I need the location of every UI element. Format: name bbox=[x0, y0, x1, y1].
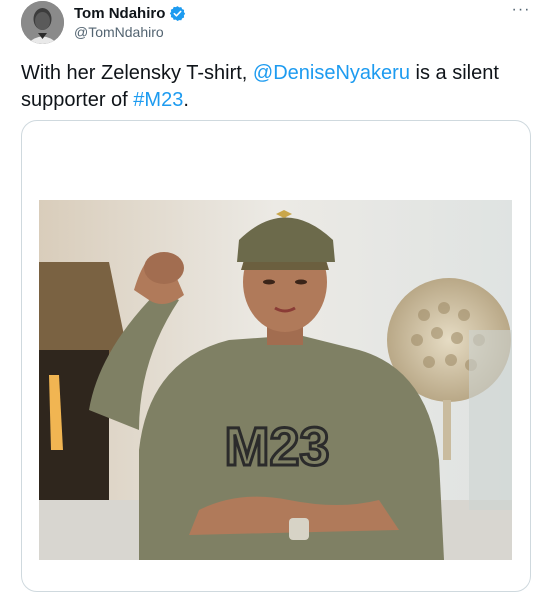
tweet-text-part3: . bbox=[183, 89, 189, 111]
tweet-photo[interactable]: M23 bbox=[39, 200, 512, 560]
mention-link[interactable]: @DeniseNyakeru bbox=[253, 62, 410, 84]
shirt-print: M23 bbox=[224, 417, 329, 477]
hashtag-link[interactable]: #M23 bbox=[133, 89, 183, 111]
tweet-text-part1: With her Zelensky T-shirt, bbox=[21, 62, 253, 84]
tweet-card[interactable]: Tom Ndahiro @TomNdahiro ··· With her Zel… bbox=[0, 0, 548, 592]
photo-image: M23 bbox=[39, 200, 512, 560]
author-avatar[interactable] bbox=[21, 1, 64, 44]
more-options-icon[interactable]: ··· bbox=[508, 2, 534, 23]
author-handle[interactable]: @TomNdahiro bbox=[74, 24, 164, 40]
author-display-name[interactable]: Tom Ndahiro bbox=[74, 5, 165, 22]
tweet-text: With her Zelensky T-shirt, @DeniseNyaker… bbox=[21, 60, 521, 114]
avatar-image bbox=[21, 1, 64, 44]
verified-badge-icon bbox=[169, 5, 186, 22]
media-card[interactable]: M23 bbox=[21, 120, 531, 592]
author-name-row[interactable]: Tom Ndahiro bbox=[74, 5, 186, 22]
